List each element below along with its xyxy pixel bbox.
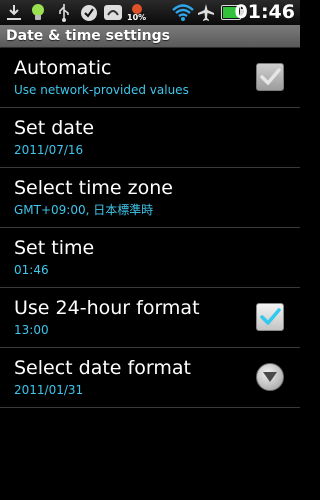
status-clock: 01:46: [234, 1, 295, 23]
setting-summary: GMT+09:00, 日本標準時: [14, 203, 154, 217]
battery-alert-icon: 10%: [127, 3, 147, 22]
setting-date-format[interactable]: Select date format 2011/01/31: [0, 348, 300, 408]
setting-summary: 2011/01/31: [14, 383, 84, 397]
setting-summary: 01:46: [14, 263, 49, 277]
setting-time-zone[interactable]: Select time zone GMT+09:00, 日本標準時: [0, 168, 300, 228]
setting-title: Automatic: [14, 57, 112, 79]
setting-set-time[interactable]: Set time 01:46: [0, 228, 300, 288]
setting-title: Set time: [14, 237, 95, 259]
checkmark-icon: [260, 68, 281, 85]
usb-icon: [56, 3, 72, 22]
airplane-icon: [197, 3, 215, 22]
checkmark-icon: [260, 308, 281, 325]
24-hour-checkbox[interactable]: [256, 303, 284, 331]
page-title: Date & time settings: [6, 28, 170, 44]
date-format-dropdown[interactable]: [256, 363, 284, 391]
setting-summary: 13:00: [14, 323, 49, 337]
settings-list: Automatic Use network-provided values Se…: [0, 48, 300, 408]
setting-title: Select time zone: [14, 177, 173, 199]
title-bar: Date & time settings: [0, 25, 300, 48]
setting-summary: 2011/07/16: [14, 143, 84, 157]
setting-title: Select date format: [14, 357, 191, 379]
setting-title: Use 24-hour format: [14, 297, 200, 319]
app-icon: [103, 3, 123, 22]
setting-24-hour-format[interactable]: Use 24-hour format 13:00: [0, 288, 300, 348]
bulb-icon: [30, 3, 46, 22]
setting-title: Set date: [14, 117, 95, 139]
automatic-checkbox[interactable]: [256, 63, 284, 91]
download-icon: [6, 3, 22, 22]
chevron-down-icon: [263, 372, 277, 382]
setting-summary: Use network-provided values: [14, 83, 189, 97]
setting-automatic[interactable]: Automatic Use network-provided values: [0, 48, 300, 108]
status-bar: 10% 01:46: [0, 0, 300, 25]
check-icon: [80, 3, 98, 22]
setting-set-date[interactable]: Set date 2011/07/16: [0, 108, 300, 168]
wifi-icon: [172, 3, 194, 22]
battery-percent-text: 10%: [127, 13, 147, 22]
